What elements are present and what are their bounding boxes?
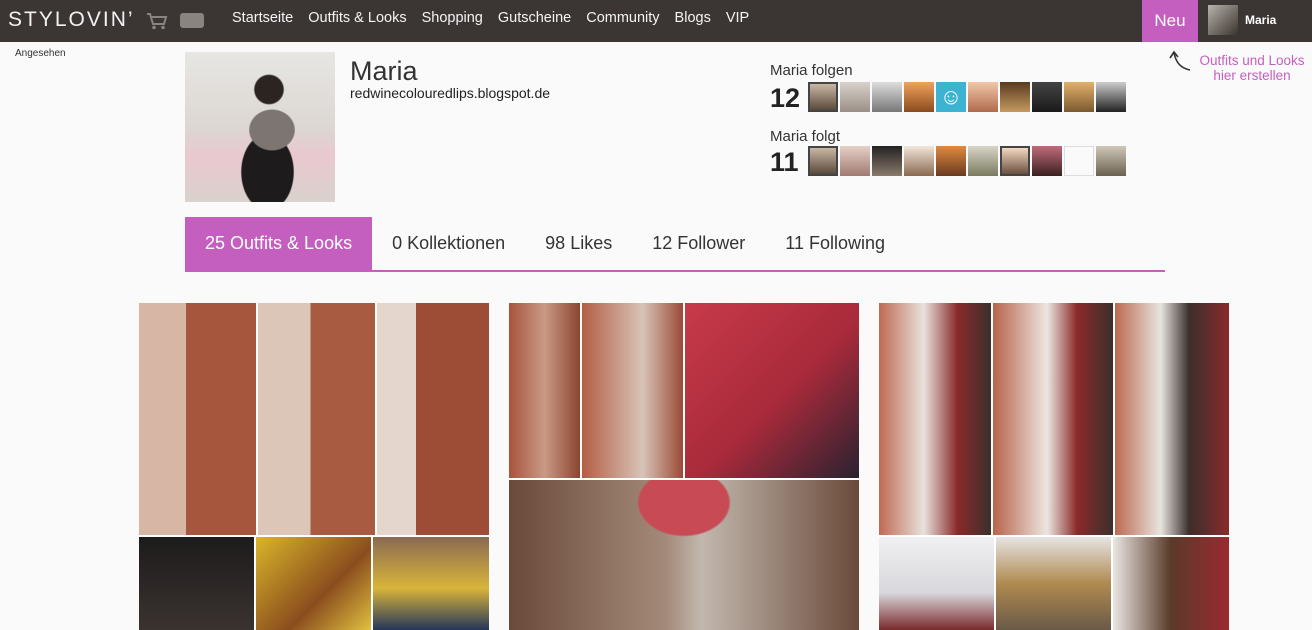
followers-count: 12 (770, 83, 801, 113)
user-name: Maria (1245, 13, 1277, 27)
nav-community[interactable]: Community (586, 10, 659, 26)
outfit-photo (879, 537, 994, 630)
outfit-photo (993, 303, 1113, 535)
avatar[interactable] (1096, 82, 1126, 112)
outfit-photo (139, 303, 256, 535)
avatar[interactable] (1000, 146, 1030, 176)
outfit-photo (509, 480, 859, 630)
avatar[interactable] (1032, 146, 1062, 176)
avatar[interactable] (872, 82, 902, 112)
nav-shopping[interactable]: Shopping (422, 10, 483, 26)
avatar[interactable] (1032, 82, 1062, 112)
avatar[interactable] (872, 146, 902, 176)
tab-outfits-looks[interactable]: 25 Outfits & Looks (185, 217, 373, 270)
cart-icon[interactable] (146, 12, 168, 30)
outfit-card[interactable] (879, 303, 1229, 630)
outfit-photo (377, 303, 489, 535)
user-menu[interactable]: Maria (1208, 5, 1276, 35)
curved-arrow-icon (1169, 50, 1191, 71)
outfit-photo (685, 303, 859, 478)
new-button[interactable]: Neu (1142, 0, 1198, 42)
seen-label[interactable]: Angesehen (15, 48, 66, 59)
outfit-photo (258, 303, 375, 535)
avatar[interactable] (904, 82, 934, 112)
following-count: 11 (770, 147, 799, 177)
nav-outfits-looks[interactable]: Outfits & Looks (308, 10, 406, 26)
outfit-photo (1115, 303, 1229, 535)
nav-gutscheine[interactable]: Gutscheine (498, 10, 571, 26)
avatar[interactable]: ☺ (936, 82, 966, 112)
followers-avatars: ☺ (808, 82, 1126, 112)
main-nav: Startseite Outfits & Looks Shopping Guts… (232, 10, 749, 26)
following-avatars (808, 146, 1126, 176)
avatar[interactable] (1096, 146, 1126, 176)
outfit-photo (879, 303, 991, 535)
avatar[interactable] (1064, 82, 1094, 112)
create-outfit-hint: Outfits und Looks hier erstellen (1199, 53, 1305, 83)
avatar[interactable] (840, 146, 870, 176)
tab-kollektionen[interactable]: 0 Kollektionen (372, 217, 525, 270)
avatar[interactable] (936, 146, 966, 176)
outfit-photo (582, 303, 683, 478)
avatar[interactable] (1000, 82, 1030, 112)
outfit-card[interactable] (509, 303, 859, 630)
outfit-photo (509, 303, 580, 478)
top-navigation-bar: STYLOVIN’ Startseite Outfits & Looks Sho… (0, 0, 1312, 42)
profile-blog-link[interactable]: redwinecolouredlips.blogspot.de (350, 85, 550, 101)
nav-vip[interactable]: VIP (726, 10, 749, 26)
outfit-photo (373, 537, 489, 630)
avatar[interactable] (808, 146, 838, 176)
tab-following[interactable]: 11 Following (765, 217, 905, 270)
avatar[interactable] (1064, 146, 1094, 176)
followers-label: Maria folgen (770, 62, 853, 79)
outfit-photo (256, 537, 371, 630)
profile-name: Maria (350, 56, 418, 86)
outfit-photo (139, 537, 254, 630)
tab-likes[interactable]: 98 Likes (525, 217, 632, 270)
outfit-card[interactable] (139, 303, 489, 630)
outfit-photo (996, 537, 1111, 630)
avatar[interactable] (808, 82, 838, 112)
following-label: Maria folgt (770, 128, 841, 145)
nav-blogs[interactable]: Blogs (675, 10, 711, 26)
user-avatar (1208, 5, 1238, 35)
tab-follower[interactable]: 12 Follower (632, 217, 765, 270)
outfit-photo (1113, 537, 1229, 630)
avatar[interactable] (840, 82, 870, 112)
avatar[interactable] (904, 146, 934, 176)
stylovin-logo[interactable]: STYLOVIN’ (8, 8, 135, 32)
avatar[interactable] (968, 82, 998, 112)
nav-startseite[interactable]: Startseite (232, 10, 293, 26)
profile-photo (185, 52, 335, 202)
avatar[interactable] (968, 146, 998, 176)
profile-tabs: 25 Outfits & Looks 0 Kollektionen 98 Lik… (185, 217, 1165, 272)
messages-icon[interactable] (180, 13, 204, 28)
